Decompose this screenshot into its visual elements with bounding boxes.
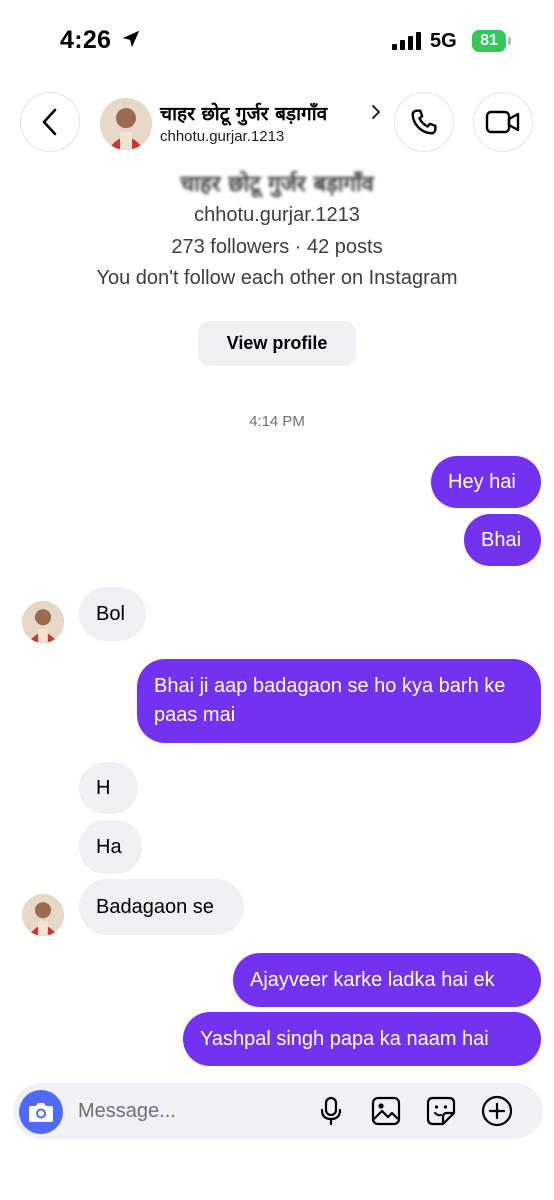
message-bubble-incoming[interactable]: H <box>79 762 138 814</box>
plus-circle-icon <box>481 1095 513 1127</box>
avatar-image <box>22 601 64 643</box>
message-timestamp: 4:14 PM <box>249 413 305 430</box>
chevron-left-icon <box>42 108 57 136</box>
image-gallery-icon <box>371 1096 401 1126</box>
sender-avatar[interactable] <box>22 601 64 643</box>
sticker-icon <box>426 1096 456 1126</box>
voice-message-button[interactable] <box>313 1093 349 1129</box>
phone-icon <box>411 109 437 135</box>
status-bar: 4:26 5G 81 <box>0 0 554 80</box>
profile-name: चाहर छोटू गुर्जर बड़ागाँव <box>180 172 374 197</box>
cellular-signal-icon <box>392 32 421 50</box>
message-input[interactable] <box>78 1093 298 1129</box>
camera-icon <box>29 1103 53 1122</box>
microphone-icon <box>320 1096 342 1126</box>
message-bubble-outgoing[interactable]: Ajayveer karke ladka hai ek <box>233 953 541 1007</box>
message-bubble-outgoing[interactable]: Bhai ji aap badagaon se ho kya barh ke p… <box>137 659 541 743</box>
battery-cap <box>508 37 511 45</box>
gallery-button[interactable] <box>368 1093 404 1129</box>
message-bubble-outgoing[interactable]: Bhai <box>464 514 541 566</box>
more-options-button[interactable] <box>479 1093 515 1129</box>
message-bubble-incoming[interactable]: Ha <box>79 820 142 874</box>
sender-avatar[interactable] <box>22 894 64 936</box>
profile-stats: 273 followers · 42 posts <box>171 236 383 258</box>
follow-status-note: You don't follow each other on Instagram <box>96 267 458 289</box>
header-username: chhotu.gurjar.1213 <box>160 128 285 145</box>
sticker-button[interactable] <box>423 1093 459 1129</box>
status-time: 4:26 <box>60 26 112 54</box>
avatar-image <box>22 894 64 936</box>
message-bubble-outgoing[interactable]: Hey hai <box>431 456 541 508</box>
location-arrow-icon <box>122 30 140 48</box>
network-type: 5G <box>430 30 457 52</box>
battery-level: 81 <box>472 30 506 52</box>
call-button[interactable] <box>394 92 454 152</box>
message-bubble-outgoing[interactable]: Yashpal singh papa ka naam hai <box>183 1012 541 1066</box>
message-bubble-incoming[interactable]: Badagaon se <box>79 879 244 935</box>
back-button[interactable] <box>20 92 80 152</box>
avatar-image <box>100 98 152 150</box>
header-avatar[interactable] <box>100 98 152 150</box>
message-bubble-incoming[interactable]: Bol <box>79 587 146 641</box>
camera-button[interactable] <box>19 1090 63 1134</box>
header-name[interactable]: चाहर छोटू गुर्जर बड़ागाँव <box>160 100 327 126</box>
profile-username: chhotu.gurjar.1213 <box>194 204 360 226</box>
video-camera-icon <box>485 110 520 134</box>
view-profile-button[interactable]: View profile <box>198 321 356 366</box>
chevron-right-icon[interactable] <box>370 104 382 120</box>
video-call-button[interactable] <box>473 92 533 152</box>
